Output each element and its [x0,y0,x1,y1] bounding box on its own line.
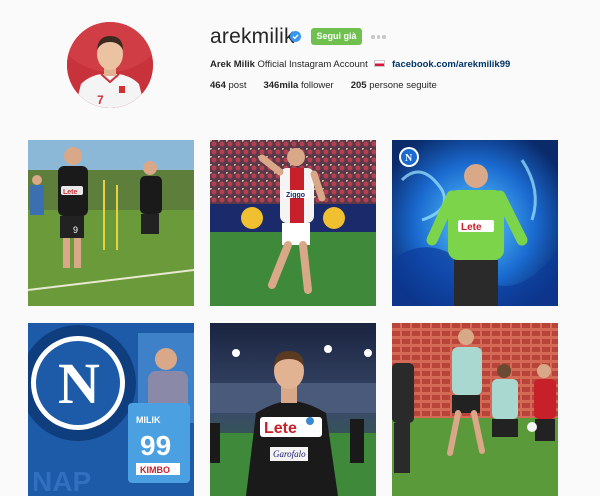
posts-label: post [228,80,247,91]
following-count: 205 [350,80,367,91]
post-thumbnail[interactable] [392,323,558,496]
posts-stat: 464 post [210,80,246,91]
post-thumbnail[interactable]: Lete Garofalo [210,323,376,496]
following-button[interactable]: Segui già [311,28,362,45]
profile-bio: Arek Milik Official Instagram Account fa… [210,59,510,70]
posts-count: 464 [210,80,226,91]
profile-full-name: Arek Milik [210,59,255,70]
profile-username: arekmilik [210,25,295,48]
post-shirt-number: 99 [140,430,171,461]
svg-text:N: N [405,153,413,164]
following-stat[interactable]: 205 persone seguite [351,80,437,91]
more-options-icon[interactable] [371,35,386,40]
following-label: persone seguite [369,80,437,91]
post-jersey-sponsor: Lete [264,420,297,437]
post-thumbnail[interactable]: N Lete [392,140,558,306]
post-jersey-sponsor: Lete [63,189,78,196]
post-jersey-number: 9 [73,225,78,235]
profile-avatar[interactable]: 7 [67,22,153,108]
poland-flag-icon [374,60,386,67]
post-thumbnail[interactable]: Ziggo [210,140,376,306]
svg-text:NAP: NAP [32,466,91,496]
followers-stat[interactable]: 346mila follower [263,80,333,91]
followers-count: 346mila [263,80,299,91]
post-thumbnail[interactable]: Lete 9 [28,140,194,306]
post-thumbnail[interactable]: N NAP MILIK 99 KIMBO [28,323,194,496]
posts-grid: Lete 9 Ziggo N Lete N NAP MILIK 99 KIMBO… [28,140,558,496]
post-jersey-sub-sponsor: Garofalo [273,449,306,459]
post-shirt-name: MILIK [136,415,161,425]
profile-website-link[interactable]: facebook.com/arekmilik99 [392,59,510,70]
post-jersey-sponsor: Lete [461,222,482,233]
post-jersey-sponsor: Ziggo [286,192,305,199]
followers-label: follower [300,80,334,91]
verified-badge-icon [290,31,301,42]
svg-text:7: 7 [97,93,104,107]
bio-text: Official Instagram Account [257,59,368,70]
post-shirt-sponsor: KIMBO [140,465,170,475]
profile-header: 7 arekmilik Segui già Arek Milik Officia… [0,0,600,125]
svg-text:N: N [58,351,100,416]
profile-stats: 464 post 346mila follower 205 persone se… [210,80,454,91]
